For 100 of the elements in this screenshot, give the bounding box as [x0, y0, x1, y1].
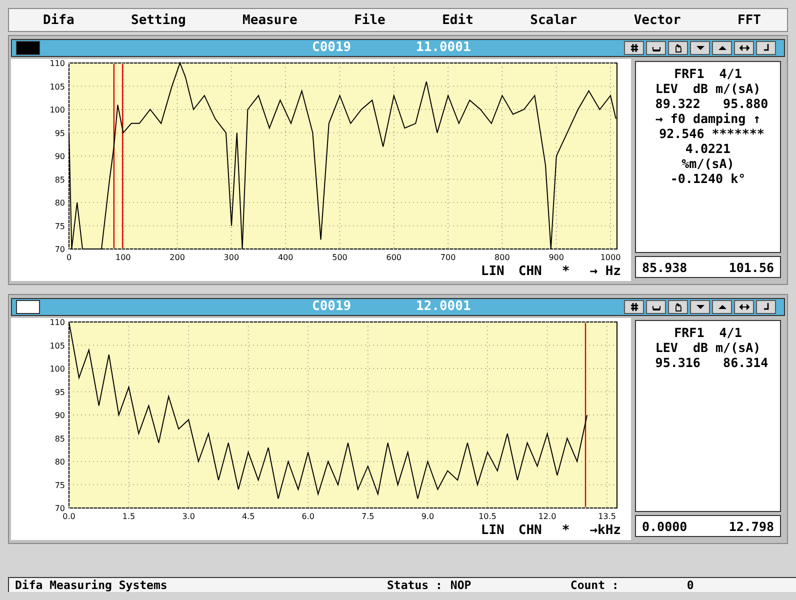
tick-label: 13.5 [598, 512, 616, 521]
info-text: LEV dB m/(sA) [655, 340, 761, 355]
tick-label: 75 [54, 480, 65, 490]
toolbar-button[interactable] [734, 300, 754, 314]
info-text: %m/(sA) [682, 156, 734, 171]
menu-item[interactable]: FFT [734, 12, 765, 28]
tick-label: 10.5 [478, 512, 496, 521]
window-title: C0019 [312, 299, 352, 315]
window-title: C0019 [312, 40, 352, 56]
toolbar-button[interactable] [624, 41, 644, 55]
info-text: 89.322 95.880 [654, 96, 768, 111]
tick-label: 0 [66, 253, 72, 262]
window-subtitle: 11.0001 [416, 40, 471, 56]
tick-label: 4.5 [242, 512, 255, 521]
axis-label: LIN [480, 524, 504, 540]
menu-item[interactable]: File [350, 12, 390, 28]
tick-label: 95 [54, 128, 65, 138]
tick-label: 9.0 [421, 512, 434, 521]
tick-label: 800 [494, 253, 510, 262]
axis-label: * [562, 265, 570, 281]
tick-label: 90 [54, 152, 65, 161]
tick-label: 1000 [600, 253, 621, 262]
tick-label: 200 [170, 253, 185, 262]
axis-label: * [562, 524, 570, 540]
info-text: 4.0221 [685, 141, 731, 156]
toolbar-button[interactable] [690, 41, 710, 55]
toolbar-button[interactable] [646, 300, 666, 314]
window-box[interactable] [16, 300, 40, 314]
tick-label: 400 [278, 253, 294, 262]
tick-label: 7.5 [362, 512, 374, 521]
window-subtitle: 12.0001 [416, 299, 471, 315]
tick-label: 100 [50, 364, 65, 374]
horizontal-arrows-icon [738, 43, 750, 53]
tick-label: 75 [54, 222, 65, 231]
tick-label: 85 [54, 175, 65, 184]
info-text: FRF1 4/1 [674, 66, 742, 81]
menu-item[interactable]: Difa [39, 12, 78, 28]
tick-label: 3.0 [182, 512, 195, 521]
info-text: 92.546 ******* [658, 126, 764, 141]
axis-label: CHN [518, 524, 542, 540]
tick-label: 80 [54, 458, 65, 466]
app-name: Difa Measuring Systems [15, 578, 168, 592]
tick-label: 85 [54, 434, 65, 444]
info-text: → f0 damping ↑ [655, 111, 761, 126]
tick-label: 12.0 [538, 512, 556, 521]
tick-label: 70 [54, 504, 65, 513]
hand-icon [672, 43, 684, 53]
tick-label: 900 [548, 253, 564, 262]
tick-label: 100 [50, 106, 65, 114]
toolbar-button[interactable] [734, 41, 754, 55]
axis-label: CHN [518, 265, 542, 281]
toolbar-button[interactable] [624, 300, 644, 314]
tick-label: 80 [54, 198, 65, 208]
hash-icon [628, 302, 640, 312]
toolbar-button[interactable] [756, 300, 776, 314]
triangle-up-icon [716, 43, 728, 53]
tick-label: 600 [386, 253, 402, 262]
toolbar-button[interactable] [668, 300, 688, 314]
menu-item[interactable]: Measure [238, 12, 302, 28]
count-label: Count : [570, 578, 619, 592]
tick-label: 110 [50, 59, 65, 68]
triangle-up-icon [716, 302, 728, 312]
axis-label: → Hz [590, 265, 621, 281]
horizontal-arrows-icon [738, 302, 750, 312]
toolbar-button[interactable] [690, 300, 710, 314]
tick-label: 0.0 [62, 512, 76, 521]
status-label: Status : [387, 578, 442, 592]
readout-value: 12.798 [728, 518, 774, 534]
toolbar-button[interactable] [756, 41, 776, 55]
tick-label: 110 [50, 318, 65, 327]
menu-item[interactable]: Vector [630, 12, 685, 28]
menu-item[interactable]: Edit [438, 12, 478, 28]
tick-label: 90 [54, 411, 65, 420]
tick-label: 300 [224, 253, 240, 262]
tick-label: 105 [50, 82, 65, 92]
toolbar-button[interactable] [712, 41, 732, 55]
tick-label: 95 [54, 388, 65, 397]
readout-value: 0.0000 [642, 518, 688, 534]
tick-label: 105 [50, 341, 65, 350]
tick-label: 70 [54, 245, 65, 254]
axis-label: LIN [480, 265, 504, 281]
count-value: 0 [686, 578, 694, 592]
toolbar-button[interactable] [712, 300, 732, 314]
axis-label: →kHz [590, 524, 621, 540]
toolbar-button[interactable] [646, 41, 666, 55]
tick-label: 1.5 [122, 512, 136, 521]
tick-label: 700 [440, 253, 456, 262]
menu-item[interactable]: Setting [127, 12, 190, 28]
info-text: LEV dB m/(sA) [655, 81, 761, 96]
hash-icon [628, 43, 640, 53]
info-text: 95.316 86.314 [654, 355, 768, 370]
status-value: NOP [450, 578, 472, 592]
triangle-down-icon [694, 43, 706, 53]
menu-item[interactable]: Scalar [526, 12, 582, 28]
info-text: -0.1240 k° [670, 171, 746, 186]
tick-label: 6.0 [302, 512, 314, 521]
info-text: FRF1 4/1 [674, 325, 742, 340]
readout-value: 101.56 [728, 260, 774, 274]
triangle-down-icon [694, 302, 706, 312]
toolbar-button[interactable] [668, 41, 688, 55]
